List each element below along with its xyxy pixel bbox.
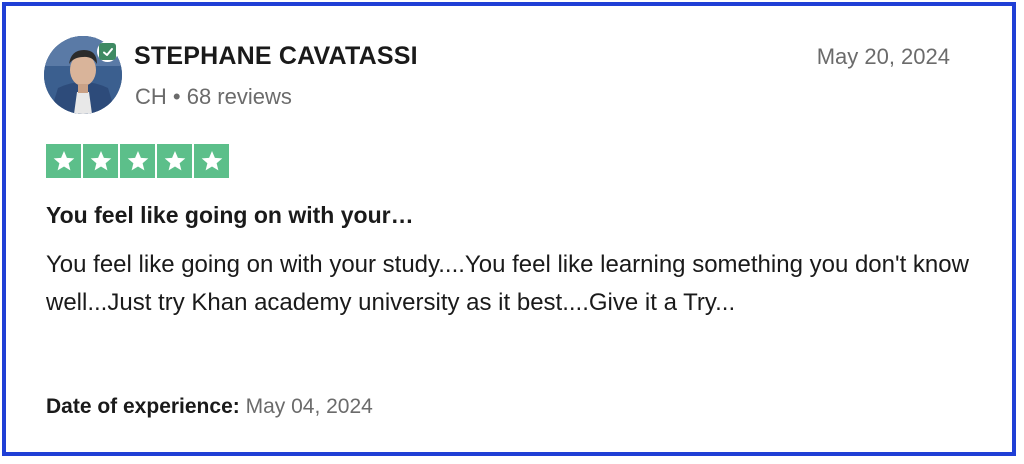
- experience-date: May 04, 2024: [239, 395, 373, 418]
- reviewer-meta: CH • 68 reviews: [135, 84, 292, 109]
- review-body: You feel like going on with your study..…: [46, 251, 969, 316]
- star-icon: [157, 144, 192, 178]
- experience-label: Date of experience:: [46, 395, 240, 418]
- star-icon: [194, 144, 229, 178]
- star-icon: [46, 144, 81, 178]
- review-title[interactable]: You feel like going on with your…: [46, 202, 414, 229]
- reviewer-avatar-container[interactable]: [44, 36, 124, 116]
- verified-check-icon: [99, 43, 116, 60]
- date-of-experience: Date of experience: May 04, 2024: [46, 395, 373, 419]
- review-card: STEPHANE CAVATASSI CH • 68 reviews May 2…: [2, 2, 1016, 456]
- verified-badge: [97, 41, 118, 62]
- star-icon: [120, 144, 155, 178]
- star-icon: [83, 144, 118, 178]
- reviewer-name[interactable]: STEPHANE CAVATASSI: [134, 42, 418, 71]
- review-date: May 20, 2024: [816, 44, 950, 69]
- star-rating: [46, 144, 229, 178]
